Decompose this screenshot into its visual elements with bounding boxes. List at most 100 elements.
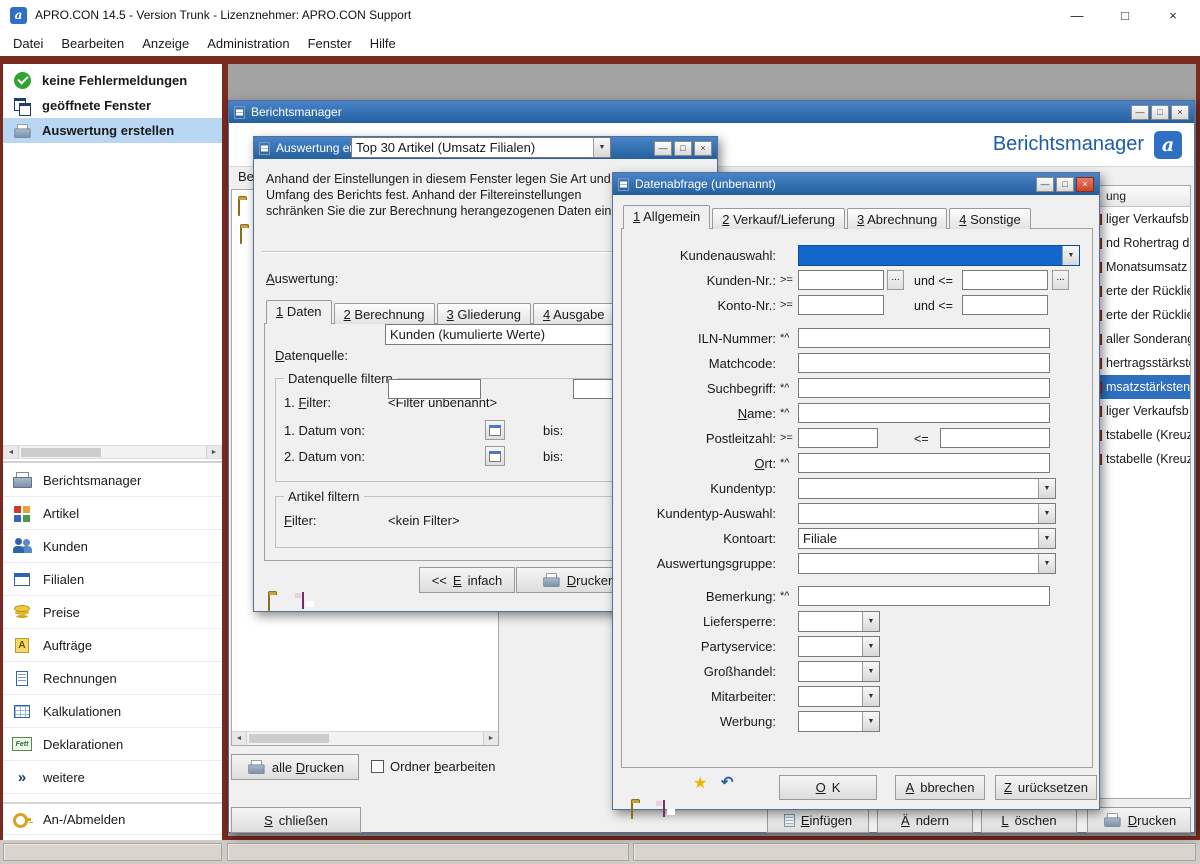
- sidebar-item-rechnungen[interactable]: Rechnungen: [3, 662, 222, 695]
- werbung-select[interactable]: ▼: [798, 711, 880, 732]
- berichtsmanager-titlebar[interactable]: Berichtsmanager — □ ×: [229, 101, 1194, 123]
- dropdown-button[interactable]: ▼: [1062, 246, 1079, 265]
- checkbox-box[interactable]: [371, 760, 384, 773]
- postleitzahl-von-input[interactable]: [798, 428, 878, 448]
- minimize-button[interactable]: —: [654, 141, 672, 156]
- einfach-button[interactable]: << Einfach: [419, 567, 515, 593]
- kunden-nr-bis-ellipsis-button[interactable]: ...: [1052, 270, 1069, 290]
- sidebar-item-artikel[interactable]: Artikel: [3, 497, 222, 530]
- konto-nr-bis-input[interactable]: [962, 295, 1048, 315]
- tab-2-berechnung[interactable]: 2 Berechnung: [334, 303, 435, 324]
- list-row[interactable]: aller Sonderang: [1090, 327, 1190, 351]
- name-input[interactable]: [798, 403, 1050, 423]
- folder-button[interactable]: [268, 594, 270, 611]
- maximize-button[interactable]: □: [1116, 8, 1134, 23]
- sidebar-item-berichtsmanager[interactable]: Berichtsmanager: [3, 464, 222, 497]
- dropdown-button[interactable]: ▼: [1038, 554, 1055, 573]
- menu-fenster[interactable]: Fenster: [299, 33, 361, 54]
- kontoart-select[interactable]: Filiale▼: [798, 528, 1056, 549]
- partyservice-select[interactable]: ▼: [798, 636, 880, 657]
- menu-bearbeiten[interactable]: Bearbeiten: [52, 33, 133, 54]
- datenabfrage-titlebar[interactable]: Datenabfrage (unbenannt) — □ ×: [613, 173, 1099, 195]
- sidebar-item-deklarationen[interactable]: FettDeklarationen: [3, 728, 222, 761]
- kundenauswahl-select[interactable]: ▼: [798, 245, 1080, 266]
- list-row[interactable]: hertragsstärkste: [1090, 351, 1190, 375]
- favorite-button[interactable]: ★: [693, 773, 707, 793]
- list-column-header[interactable]: ung: [1090, 186, 1190, 207]
- close-button[interactable]: ×: [1164, 8, 1182, 23]
- scroll-right-icon[interactable]: ►: [206, 446, 221, 458]
- list-row[interactable]: erte der Rücklie: [1090, 279, 1190, 303]
- postleitzahl-bis-input[interactable]: [940, 428, 1050, 448]
- calendar-button[interactable]: [485, 420, 505, 440]
- loeschen-button[interactable]: Löschen: [981, 807, 1077, 833]
- sidebar-item-filialen[interactable]: Filialen: [3, 563, 222, 596]
- calendar-button[interactable]: [485, 446, 505, 466]
- sidebar-item-kunden[interactable]: Kunden: [3, 530, 222, 563]
- status-item-keine-fehlermeldungen[interactable]: keine Fehlermeldungen: [3, 68, 222, 93]
- report-list[interactable]: ung liger Verkaufsbnd Rohertrag dMonatsu…: [1089, 185, 1191, 799]
- scroll-thumb[interactable]: [21, 448, 101, 457]
- alle-drucken-button[interactable]: alle Drucken: [231, 754, 359, 780]
- dropdown-button[interactable]: ▼: [1038, 529, 1055, 548]
- menu-datei[interactable]: Datei: [4, 33, 52, 54]
- dropdown-button[interactable]: ▼: [862, 612, 879, 631]
- einfuegen-button[interactable]: Einfügen: [767, 807, 869, 833]
- close-button[interactable]: ×: [1171, 105, 1189, 120]
- kunden-nr-von-input[interactable]: [798, 270, 884, 290]
- konto-nr-von-input[interactable]: [798, 295, 884, 315]
- list-row[interactable]: liger Verkaufsb: [1090, 399, 1190, 423]
- dropdown-button[interactable]: ▼: [862, 637, 879, 656]
- iln-nummer-input[interactable]: [798, 328, 1050, 348]
- menu-anzeige[interactable]: Anzeige: [133, 33, 198, 54]
- scroll-thumb[interactable]: [249, 734, 329, 743]
- list-row[interactable]: nd Rohertrag d: [1090, 231, 1190, 255]
- sidebar-item-kalkulationen[interactable]: Kalkulationen: [3, 695, 222, 728]
- auswertungsgruppe-select[interactable]: ▼: [798, 553, 1056, 574]
- ort-input[interactable]: [798, 453, 1050, 473]
- kundentyp-auswahl-select[interactable]: ▼: [798, 503, 1056, 524]
- dropdown-button[interactable]: ▼: [593, 138, 610, 157]
- save-button[interactable]: [663, 800, 665, 817]
- list-row[interactable]: tstabelle (Kreuz: [1090, 447, 1190, 471]
- auswertung-select[interactable]: Top 30 Artikel (Umsatz Filialen) ▼: [351, 137, 611, 158]
- maximize-button[interactable]: □: [1056, 177, 1074, 192]
- scroll-left-icon[interactable]: ◄: [232, 732, 247, 745]
- kunden-nr-von-ellipsis-button[interactable]: ...: [887, 270, 904, 290]
- list-row[interactable]: erte der Rücklie: [1090, 303, 1190, 327]
- datum2-von-input[interactable]: [388, 379, 481, 399]
- sidebar-item-an-abmelden[interactable]: An-/Abmelden: [3, 802, 222, 835]
- liefersperre-select[interactable]: ▼: [798, 611, 880, 632]
- drucken-button[interactable]: Drucken: [1087, 807, 1191, 833]
- undo-button[interactable]: ↶: [721, 773, 734, 791]
- matchcode-input[interactable]: [798, 353, 1050, 373]
- grosshandel-select[interactable]: ▼: [798, 661, 880, 682]
- close-button[interactable]: ×: [1076, 177, 1094, 192]
- list-row[interactable]: msatzstärksten A: [1090, 375, 1190, 399]
- dropdown-button[interactable]: ▼: [862, 712, 879, 731]
- folder-button[interactable]: [631, 802, 633, 819]
- minimize-button[interactable]: —: [1131, 105, 1149, 120]
- ok-button[interactable]: OK: [779, 775, 877, 800]
- save-button[interactable]: [302, 592, 304, 609]
- sidebar-scrollbar[interactable]: ◄ ►: [3, 445, 222, 459]
- tab-2-verkauf-lieferung[interactable]: 2 Verkauf/Lieferung: [712, 208, 845, 229]
- close-button[interactable]: ×: [694, 141, 712, 156]
- tab-1-allgemein[interactable]: 1 Allgemein: [623, 205, 710, 229]
- list-row[interactable]: liger Verkaufsb: [1090, 207, 1190, 231]
- mitarbeiter-select[interactable]: ▼: [798, 686, 880, 707]
- kundentyp-select[interactable]: ▼: [798, 478, 1056, 499]
- status-item-geoeffnete-fenster[interactable]: geöffnete Fenster: [3, 93, 222, 118]
- sidebar-item-auftraege[interactable]: AAufträge: [3, 629, 222, 662]
- zuruecksetzen-button[interactable]: Zurücksetzen: [995, 775, 1097, 800]
- suchbegriff-input[interactable]: [798, 378, 1050, 398]
- dropdown-button[interactable]: ▼: [1038, 479, 1055, 498]
- scroll-left-icon[interactable]: ◄: [4, 446, 19, 458]
- menu-administration[interactable]: Administration: [198, 33, 298, 54]
- ordner-bearbeiten-checkbox[interactable]: Ordner bearbeiten: [371, 759, 496, 774]
- minimize-button[interactable]: —: [1068, 8, 1086, 23]
- tab-3-gliederung[interactable]: 3 Gliederung: [437, 303, 531, 324]
- tree-scrollbar[interactable]: ◄ ►: [232, 731, 498, 745]
- tab-1-daten[interactable]: 1 Daten: [266, 300, 332, 324]
- bemerkung-input[interactable]: [798, 586, 1050, 606]
